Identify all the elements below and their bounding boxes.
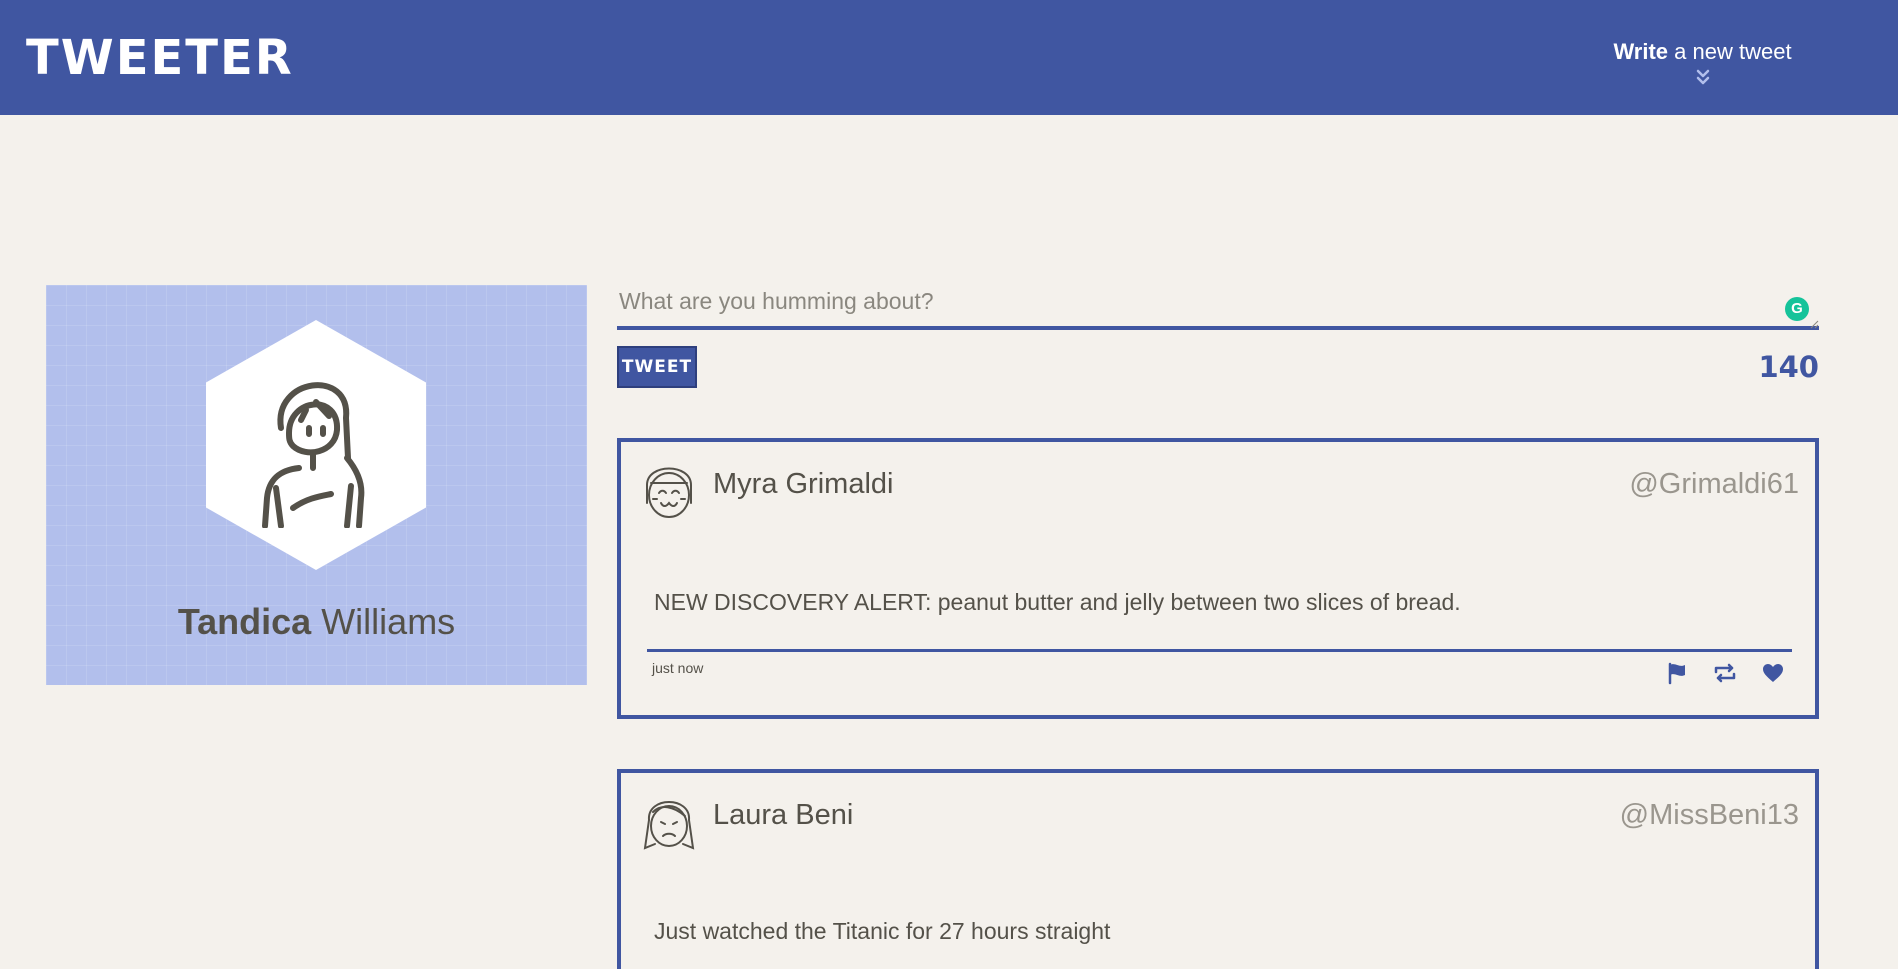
tweet-author-name: Laura Beni xyxy=(713,799,854,831)
profile-name: Tandica Williams xyxy=(46,600,587,644)
write-new-tweet-button[interactable]: Write a new tweet xyxy=(1590,38,1815,86)
retweet-icon[interactable] xyxy=(1713,661,1737,685)
avatar-icon xyxy=(643,801,695,850)
tweet-card: Laura Beni @MissBeni13 Just watched the … xyxy=(617,769,1819,969)
profile-last-name: Williams xyxy=(321,601,456,642)
character-counter: 140 xyxy=(1758,350,1819,384)
flag-icon[interactable] xyxy=(1665,661,1689,685)
new-tweet-form: G TWEET 140 xyxy=(617,285,1819,388)
tweet-content: Just watched the Titanic for 27 hours st… xyxy=(654,918,1111,944)
double-chevron-down-icon xyxy=(1696,69,1709,85)
tweet-button[interactable]: TWEET xyxy=(617,346,697,388)
resize-grip-icon[interactable] xyxy=(1809,319,1819,329)
grammarly-badge-icon[interactable]: G xyxy=(1785,297,1809,321)
avatar-hexagon xyxy=(206,320,426,570)
tweet-author-name: Myra Grimaldi xyxy=(713,468,894,500)
heart-icon[interactable] xyxy=(1761,661,1785,685)
tweet-timestamp: just now xyxy=(652,660,704,676)
write-new-tweet-label: Write a new tweet xyxy=(1590,38,1815,66)
write-label-bold: Write xyxy=(1613,39,1669,64)
tweet-content: NEW DISCOVERY ALERT: peanut butter and j… xyxy=(654,589,1461,615)
tweet-card: Myra Grimaldi @Grimaldi61 NEW DISCOVERY … xyxy=(617,438,1819,719)
profile-first-name: Tandica xyxy=(177,601,312,642)
avatar-icon xyxy=(646,467,692,518)
tweet-author-handle: @MissBeni13 xyxy=(1619,799,1799,831)
user-avatar-icon xyxy=(262,382,365,528)
tweet-textarea[interactable] xyxy=(617,285,1819,330)
write-label-rest: a new tweet xyxy=(1668,39,1792,64)
tweet-actions xyxy=(1665,661,1785,685)
tweet-divider xyxy=(647,649,1792,652)
app-logo[interactable]: TWEETER xyxy=(26,30,294,86)
tweet-author-handle: @Grimaldi61 xyxy=(1629,468,1799,500)
profile-card: Tandica Williams xyxy=(46,285,587,685)
navbar: TWEETER Write a new tweet xyxy=(0,0,1898,115)
